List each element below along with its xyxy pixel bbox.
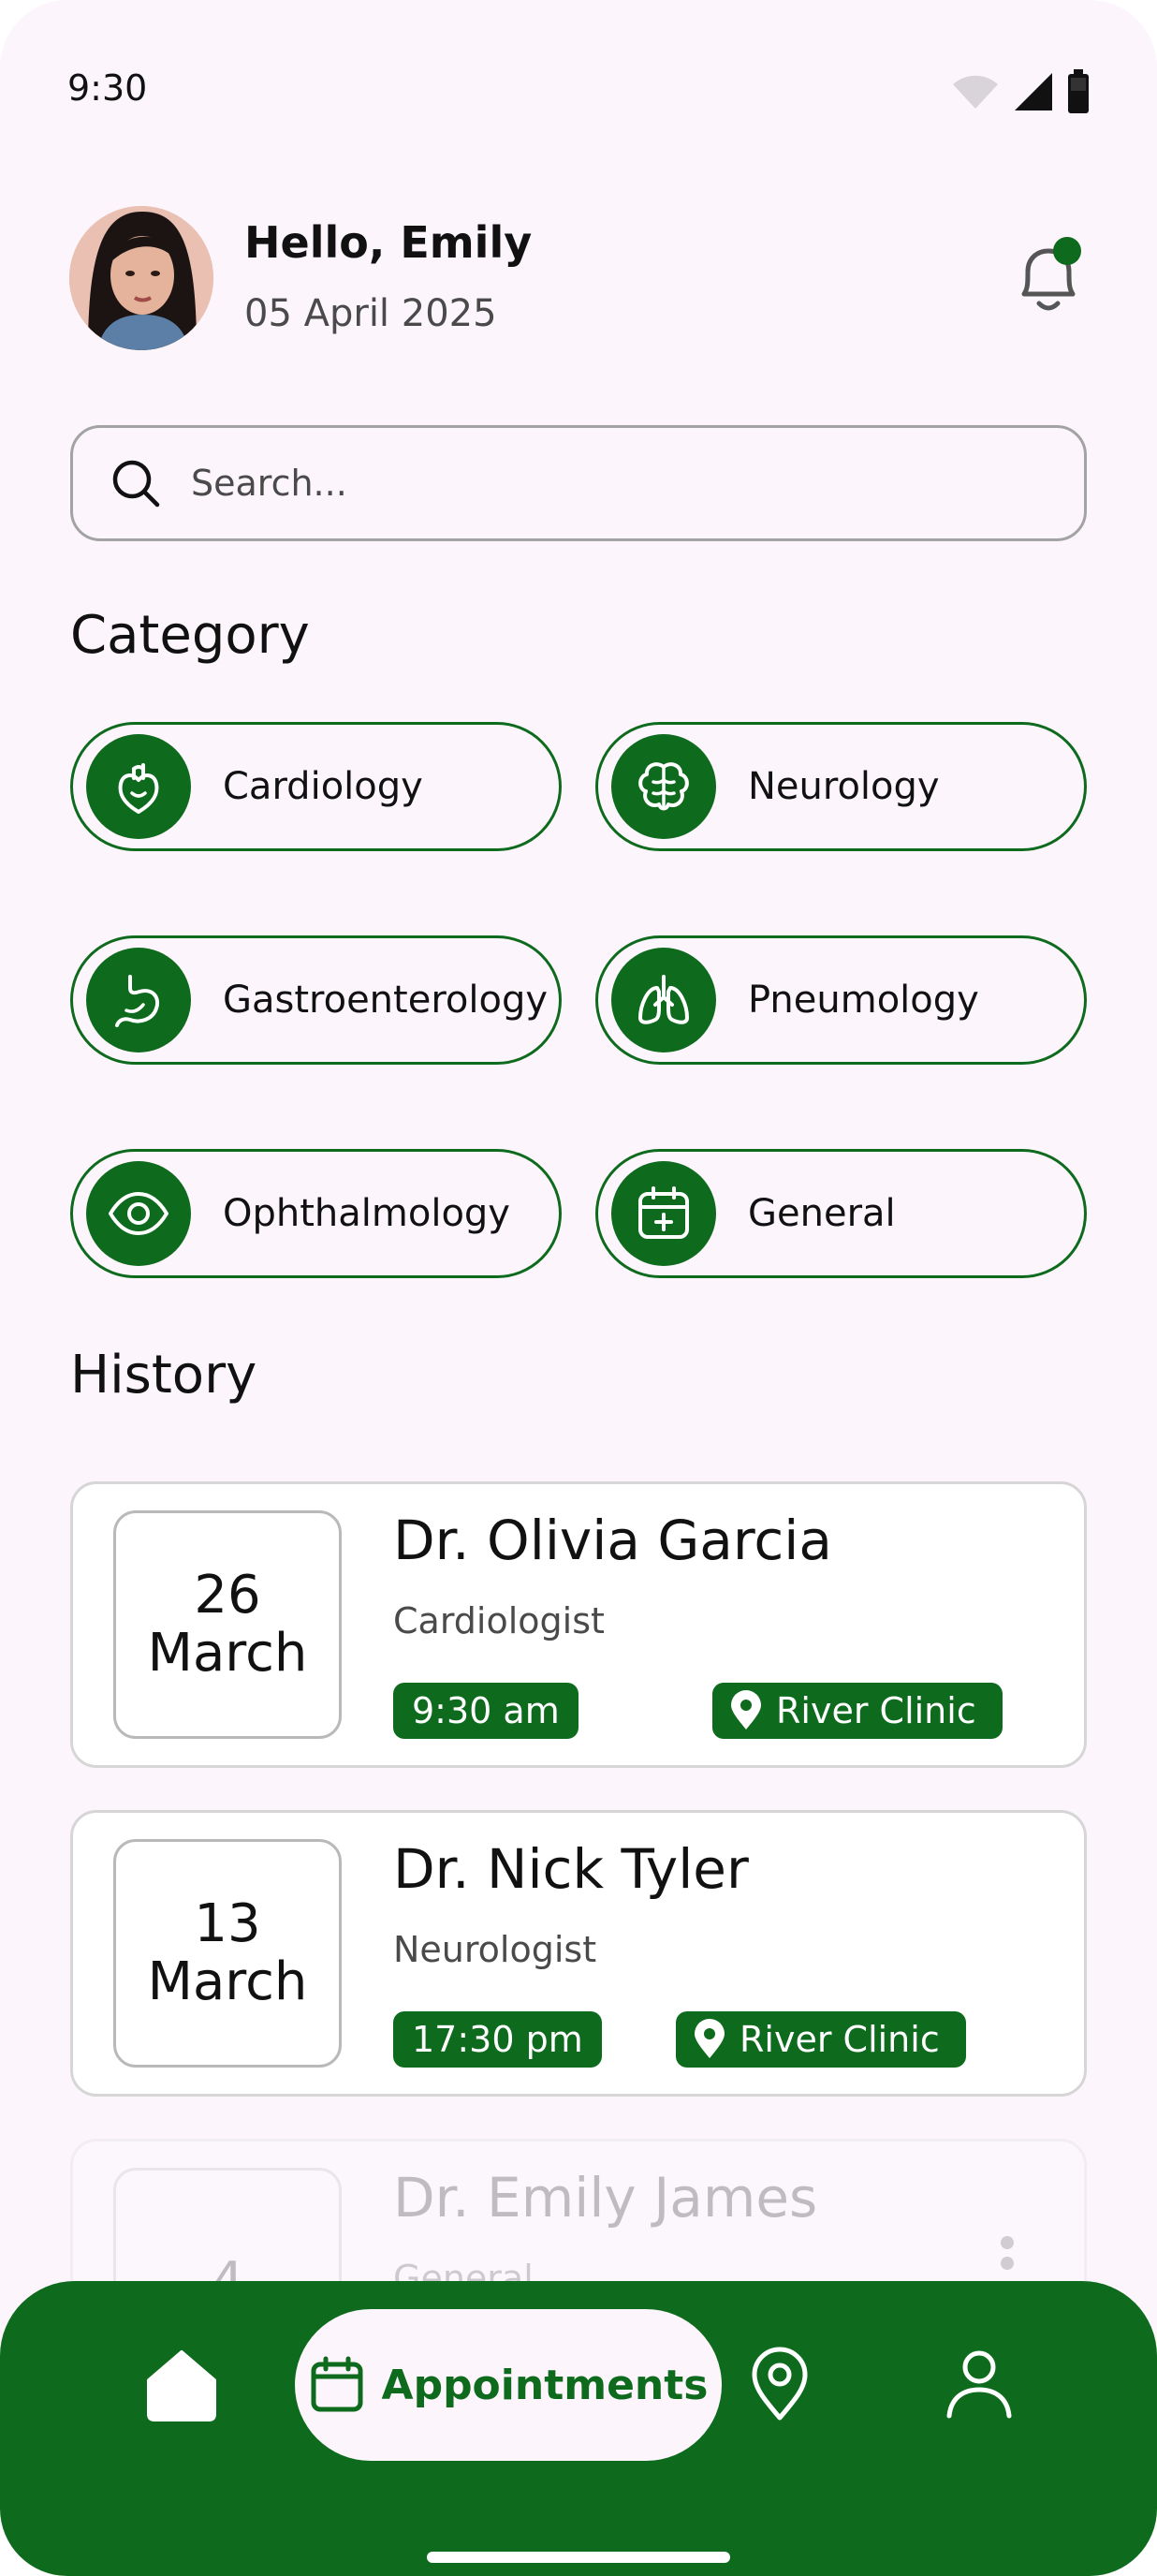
nav-map[interactable]: [749, 2347, 811, 2425]
time-badge: 17:30 pm: [393, 2011, 602, 2068]
home-icon: [147, 2350, 216, 2421]
category-label: Neurology: [748, 765, 940, 808]
search-input[interactable]: [191, 463, 1033, 504]
time-badge: 9:30 am: [393, 1683, 578, 1739]
category-label: Ophthalmology: [223, 1192, 510, 1235]
battery-icon: [1068, 69, 1089, 113]
doctor-name: Dr. Nick Tyler: [393, 1837, 749, 1901]
history-card[interactable]: 26 March Dr. Olivia Garcia Cardiologist …: [70, 1481, 1087, 1768]
category-label: Pneumology: [748, 979, 979, 1022]
status-time: 9:30: [67, 67, 148, 109]
brain-icon: [638, 762, 689, 811]
user-icon: [946, 2350, 1012, 2419]
avatar[interactable]: [69, 206, 213, 350]
nav-home[interactable]: [145, 2348, 218, 2423]
lungs-icon: [638, 975, 689, 1024]
search-icon: [112, 460, 160, 508]
stomach-icon: [115, 975, 159, 1027]
bottom-navigation: Appointments: [0, 2281, 1157, 2576]
category-general[interactable]: General: [595, 1149, 1087, 1278]
location-label: River Clinic: [776, 1690, 976, 1731]
wifi-icon: [953, 75, 998, 109]
doctor-name: Dr. Emily James: [393, 2166, 818, 2230]
category-neurology[interactable]: Neurology: [595, 722, 1087, 851]
notifications-button[interactable]: [1013, 236, 1082, 316]
notification-dot: [1053, 237, 1081, 265]
date-month: March: [147, 1951, 308, 2012]
doctor-specialty: Neurologist: [393, 1929, 597, 1970]
category-pneumology[interactable]: Pneumology: [595, 935, 1087, 1065]
location-pin-icon: [731, 1690, 761, 1730]
location-badge: River Clinic: [676, 2011, 966, 2068]
appointment-date: 26 March: [113, 1510, 342, 1739]
user-photo: [69, 206, 213, 350]
location-pin-icon: [695, 2019, 725, 2058]
nav-appointments[interactable]: Appointments: [295, 2309, 722, 2461]
history-card[interactable]: 13 March Dr. Nick Tyler Neurologist 17:3…: [70, 1810, 1087, 2097]
location-badge: River Clinic: [712, 1683, 1003, 1739]
heart-icon: [118, 763, 159, 814]
doctor-specialty: Cardiologist: [393, 1600, 605, 1641]
category-label: Cardiology: [223, 765, 423, 808]
category-label: General: [748, 1192, 896, 1235]
greeting-text: Hello, Emily: [244, 217, 533, 268]
category-ophthalmology[interactable]: Ophthalmology: [70, 1149, 562, 1278]
home-indicator: [427, 2552, 730, 2563]
category-title: Category: [70, 605, 310, 666]
date-day: 13: [194, 1893, 261, 1954]
date-day: 26: [194, 1565, 261, 1626]
search-bar[interactable]: [70, 425, 1087, 541]
date-month: March: [147, 1623, 308, 1684]
category-gastroenterology[interactable]: Gastroenterology: [70, 935, 562, 1065]
history-title: History: [70, 1345, 257, 1406]
map-pin-icon: [752, 2347, 808, 2421]
bell-icon: [1021, 237, 1081, 311]
appointment-date: 13 March: [113, 1839, 342, 2068]
app-screen: 9:30 Hello, Emily 05 April 2025 Search..…: [0, 0, 1157, 2576]
location-label: River Clinic: [740, 2019, 940, 2060]
doctor-name: Dr. Olivia Garcia: [393, 1509, 832, 1572]
signal-icon: [1015, 73, 1052, 110]
current-date: 05 April 2025: [244, 292, 497, 335]
eye-icon: [109, 1192, 168, 1235]
nav-profile[interactable]: [945, 2348, 1013, 2423]
status-icons: [951, 69, 1090, 114]
calendar-plus-icon: [638, 1186, 689, 1239]
category-cardiology[interactable]: Cardiology: [70, 722, 562, 851]
nav-appointments-label: Appointments: [381, 2361, 709, 2409]
category-label: Gastroenterology: [223, 979, 549, 1022]
calendar-icon: [311, 2356, 363, 2412]
